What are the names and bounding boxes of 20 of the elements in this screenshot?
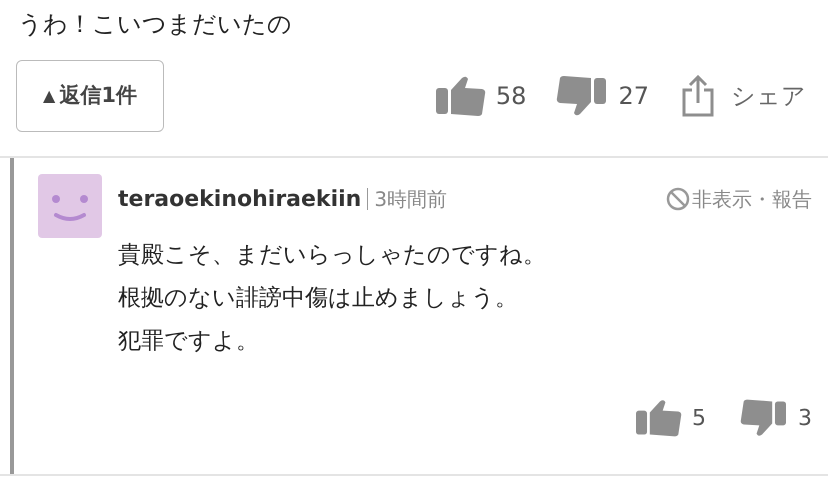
like-count: 5 — [692, 404, 706, 432]
dislike-count: 3 — [798, 404, 812, 432]
hide-report-link[interactable]: 非表示・報告 — [692, 184, 812, 214]
block-icon[interactable] — [666, 187, 690, 211]
reply-text-line: 貴殿こそ、まだいらっしゃたのですね。 — [118, 241, 547, 270]
share-link[interactable]: シェア — [731, 78, 806, 114]
reply-text-line: 根拠のない誹謗中傷は止めましょう。 — [118, 284, 519, 313]
thumbs-up-icon[interactable] — [436, 76, 486, 116]
like-count: 58 — [496, 81, 526, 112]
author-name[interactable]: teraoekinohiraekiin — [118, 182, 362, 216]
comment-text: うわ！こいつまだいたの — [18, 9, 293, 40]
share-icon[interactable] — [681, 75, 715, 117]
thumbs-down-icon[interactable] — [740, 399, 786, 437]
thumbs-down-icon[interactable] — [556, 76, 606, 116]
reply-text-line: 犯罪ですよ。 — [118, 327, 260, 356]
dislike-count: 27 — [618, 81, 649, 112]
post-time: 3時間前 — [374, 186, 448, 213]
avatar-icon — [38, 174, 102, 238]
replies-button[interactable]: ▲ 返信1件 — [16, 60, 164, 132]
thumbs-up-icon[interactable] — [636, 399, 682, 437]
